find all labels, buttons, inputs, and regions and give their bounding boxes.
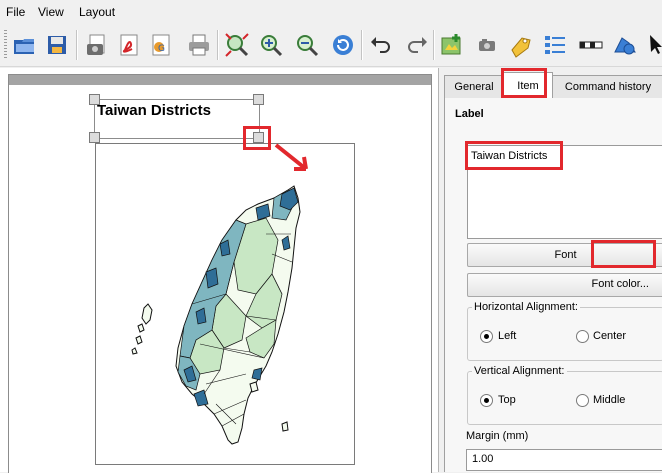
map-item[interactable] [95, 143, 355, 465]
menu-view[interactable]: View [38, 5, 64, 19]
zoom-full-icon[interactable] [222, 30, 252, 60]
add-label-icon[interactable] [506, 30, 536, 60]
v-align-middle-label: Middle [593, 394, 626, 406]
section-title: Label [455, 108, 484, 120]
toolbar-grip[interactable] [4, 30, 7, 58]
resize-handle-top-right[interactable] [253, 94, 264, 105]
label-item-text: Taiwan Districts [97, 102, 211, 119]
add-legend-icon[interactable] [540, 30, 570, 60]
item-properties-panel: General Item Command history Label Taiwa… [440, 68, 662, 472]
h-align-left-radio[interactable] [480, 330, 493, 343]
highlight-item-tab [501, 68, 547, 98]
h-align-center-label: Center [593, 330, 627, 342]
annotation-arrow-icon [274, 143, 308, 171]
page-header-bar [9, 75, 431, 85]
h-align-left-label: Left [498, 330, 517, 342]
zoom-in-icon[interactable] [256, 30, 286, 60]
print-icon[interactable] [184, 30, 214, 60]
highlight-resize-handle [243, 126, 271, 150]
zoom-out-icon[interactable] [292, 30, 322, 60]
v-align-middle-radio[interactable] [576, 394, 589, 407]
page-frame: Taiwan Districts [8, 74, 432, 473]
vertical-alignment-legend: Vertical Alignment: [472, 365, 567, 377]
tab-bar: General Item Command history [444, 72, 662, 99]
v-align-top-radio[interactable] [480, 394, 493, 407]
font-color-button-label: Font color... [591, 278, 649, 290]
menu-bar: File View Layout [0, 0, 662, 24]
add-image-icon[interactable] [472, 30, 502, 60]
highlight-font-button [591, 240, 656, 268]
vertical-alignment-group [467, 371, 662, 425]
taiwan-map [131, 185, 301, 445]
export-image-icon[interactable] [82, 30, 112, 60]
undo-icon[interactable] [366, 30, 396, 60]
add-scalebar-icon[interactable] [576, 30, 606, 60]
margin-label: Margin (mm) [466, 430, 529, 442]
h-align-center-radio[interactable] [576, 330, 589, 343]
save-icon[interactable] [42, 30, 72, 60]
margin-spinbox[interactable] [466, 449, 662, 471]
select-arrow-icon[interactable] [642, 30, 662, 60]
add-map-icon[interactable] [437, 30, 467, 60]
refresh-icon[interactable] [328, 30, 358, 60]
export-pdf-icon[interactable] [114, 30, 144, 60]
export-svg-icon[interactable]: G [146, 30, 176, 60]
open-folder-icon[interactable] [10, 30, 40, 60]
resize-handle-bottom-left[interactable] [89, 132, 100, 143]
menu-layout[interactable]: Layout [79, 5, 115, 19]
tab-general[interactable]: General [444, 75, 504, 98]
highlight-label-text [465, 141, 563, 170]
svg-text:G: G [158, 44, 165, 54]
toolbar: G [0, 24, 662, 67]
tab-command-history[interactable]: Command history [552, 75, 662, 98]
v-align-top-label: Top [498, 394, 516, 406]
margin-value: 1.00 [472, 453, 494, 465]
horizontal-alignment-legend: Horizontal Alignment: [472, 301, 580, 313]
horizontal-alignment-group [467, 307, 662, 361]
resize-handle-top-left[interactable] [89, 94, 100, 105]
menu-file[interactable]: File [6, 5, 25, 19]
font-color-button[interactable]: Font color... [467, 273, 662, 297]
layout-canvas[interactable]: Taiwan Districts [0, 68, 439, 473]
add-shape-icon[interactable] [610, 30, 640, 60]
redo-icon[interactable] [402, 30, 432, 60]
